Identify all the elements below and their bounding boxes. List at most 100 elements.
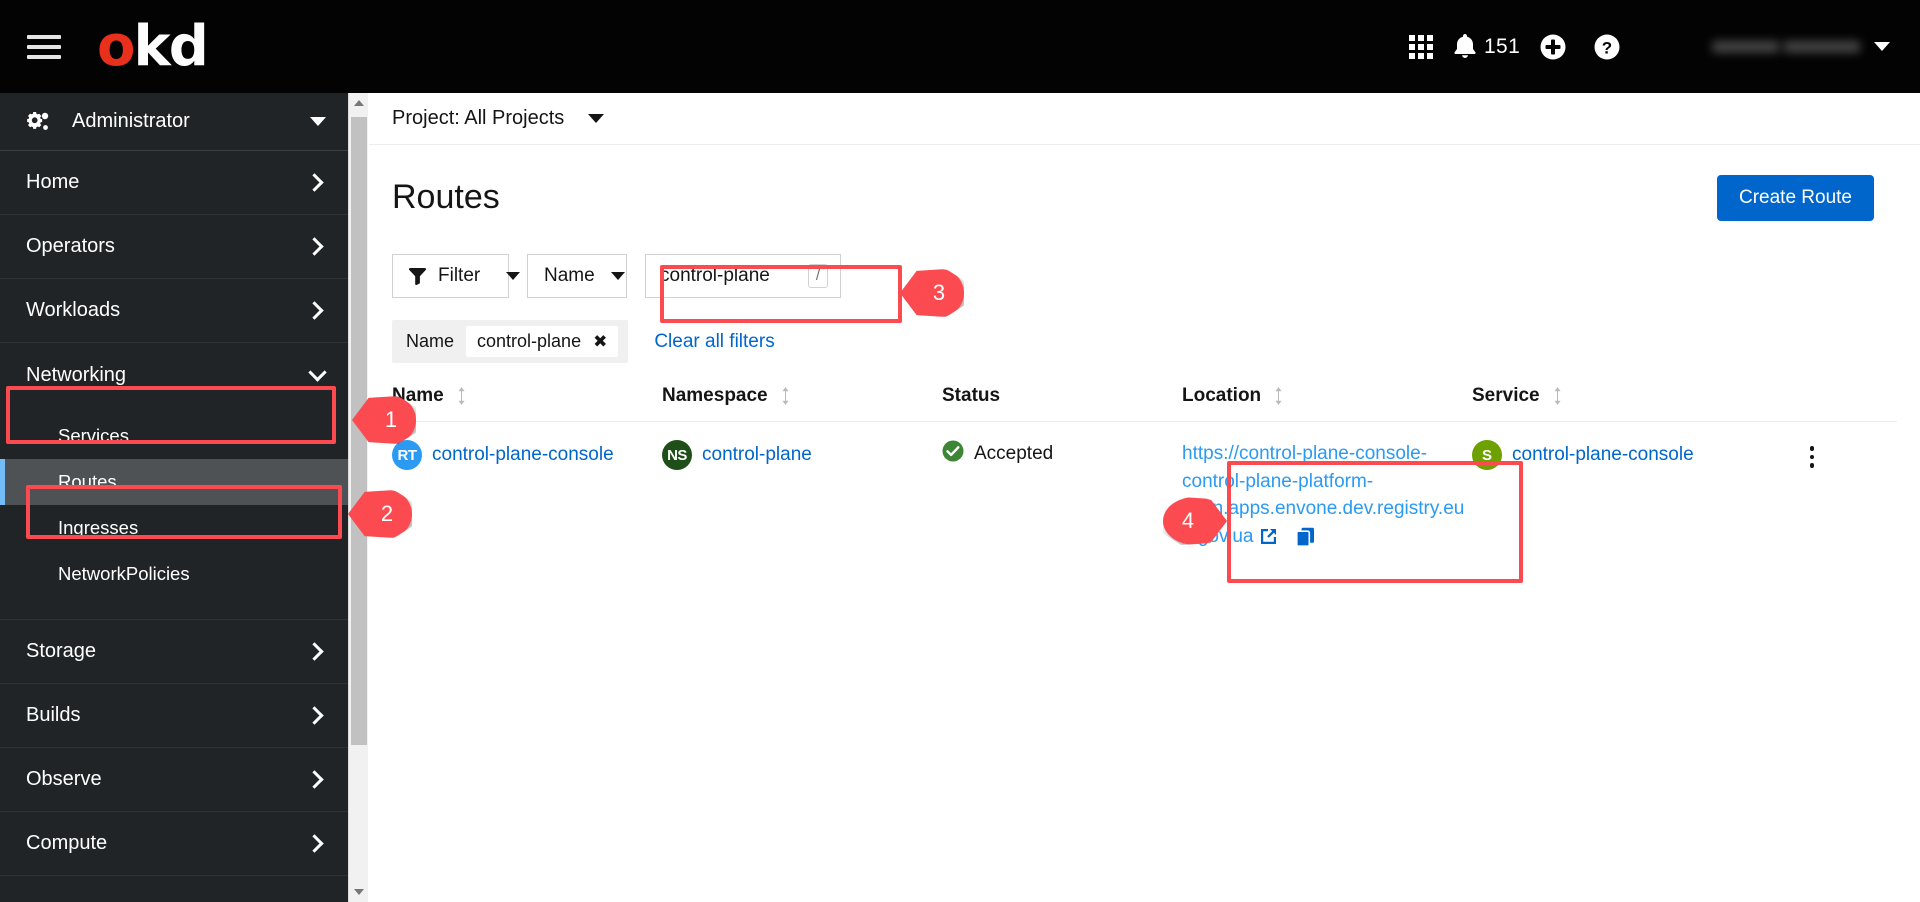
- cell-status: Accepted: [942, 422, 1182, 569]
- notification-count: 151: [1483, 34, 1521, 58]
- cogs-icon: [26, 111, 50, 133]
- column-header-actions: [1802, 385, 1897, 422]
- project-bar: Project: All Projects: [369, 93, 1920, 145]
- page-title: Routes: [392, 178, 500, 217]
- user-name: xxxxxxx xxxxxxxx: [1712, 35, 1860, 57]
- sidebar-item-builds[interactable]: Builds: [0, 684, 348, 748]
- table-header: Name Namespace Status Location Service: [392, 385, 1897, 422]
- caret-down-icon: [506, 272, 521, 280]
- networking-submenu: Services Routes Ingresses NetworkPolicie…: [0, 407, 348, 620]
- service-link[interactable]: control-plane-console: [1512, 444, 1694, 466]
- sidebar-item-label: Operators: [26, 235, 115, 257]
- column-header-location[interactable]: Location: [1182, 385, 1472, 422]
- chevron-right-icon: [305, 301, 324, 320]
- sidebar-subitem-label: NetworkPolicies: [58, 563, 190, 584]
- sidebar-subitem-label: Ingresses: [58, 517, 139, 538]
- attribute-dropdown[interactable]: Name: [527, 254, 627, 298]
- user-menu[interactable]: xxxxxxx xxxxxxxx: [1712, 36, 1890, 58]
- cell-name: RT control-plane-console: [392, 422, 662, 569]
- status-label: Accepted: [974, 443, 1054, 464]
- caret-down-icon: [310, 117, 326, 126]
- filter-chip-value: control-plane: [477, 331, 582, 351]
- filter-dropdown[interactable]: Filter: [392, 254, 521, 298]
- sidebar-item-networking[interactable]: Networking: [0, 343, 348, 407]
- route-location-link[interactable]: https://control-plane-console-control-pl…: [1182, 443, 1464, 547]
- sidebar-item-compute[interactable]: Compute: [0, 812, 348, 876]
- column-label: Name: [392, 385, 444, 406]
- sidebar-item-label: Compute: [26, 832, 108, 854]
- search-input[interactable]: [658, 264, 798, 288]
- perspective-label: Administrator: [72, 110, 190, 132]
- filter-chip-group: Name control-plane ✖: [392, 320, 629, 363]
- logo-kd: kd: [133, 13, 208, 79]
- project-selector[interactable]: Project: All Projects: [392, 107, 605, 130]
- logo-o: o: [97, 13, 136, 79]
- column-header-namespace[interactable]: Namespace: [662, 385, 942, 422]
- column-header-service[interactable]: Service: [1472, 385, 1802, 422]
- project-selector-label: Project: All Projects: [392, 107, 565, 129]
- main-content: Project: All Projects Routes Create Rout…: [369, 93, 1920, 902]
- namespace-resource-badge: NS: [662, 440, 692, 470]
- cell-service: S control-plane-console: [1472, 422, 1802, 569]
- create-route-button[interactable]: Create Route: [1716, 175, 1874, 221]
- routes-table: Name Namespace Status Location Service R…: [392, 385, 1897, 568]
- clear-all-filters-button[interactable]: Clear all filters: [654, 331, 774, 353]
- perspective-switcher[interactable]: Administrator: [0, 93, 348, 151]
- chevron-right-icon: [305, 173, 324, 192]
- sort-icon[interactable]: [456, 387, 467, 405]
- sidebar-item-home[interactable]: Home: [0, 151, 348, 215]
- sidebar-subitem-label: Routes: [58, 471, 117, 492]
- close-x-icon[interactable]: ✖: [593, 333, 607, 350]
- sidebar-item-label: Builds: [26, 704, 81, 726]
- page-header: Routes Create Route: [369, 145, 1920, 229]
- sidebar-item-routes[interactable]: Routes: [0, 459, 348, 505]
- route-resource-badge: RT: [392, 440, 422, 470]
- chevron-right-icon: [305, 834, 324, 853]
- sidebar-item-storage[interactable]: Storage: [0, 620, 348, 684]
- filter-chip-category: Name: [406, 331, 455, 351]
- application-launcher-icon[interactable]: [1394, 0, 1448, 93]
- sidebar-item-networkpolicies[interactable]: NetworkPolicies: [0, 551, 348, 597]
- notification-bell-button[interactable]: 151: [1448, 0, 1526, 93]
- route-name-link[interactable]: control-plane-console: [432, 444, 614, 466]
- table-header-row: Name Namespace Status Location Service: [392, 385, 1897, 422]
- column-header-status: Status: [942, 385, 1182, 422]
- cell-namespace: NS control-plane: [662, 422, 942, 569]
- namespace-link[interactable]: control-plane: [702, 444, 812, 466]
- okd-logo[interactable]: okd: [97, 18, 209, 75]
- sidebar-scrollbar[interactable]: [348, 93, 368, 902]
- scrollbar-thumb[interactable]: [351, 117, 367, 745]
- filter-icon: [409, 267, 426, 285]
- attribute-dropdown-label: Name: [544, 265, 595, 286]
- masthead: okd 151 ? xxxxxxx xxxxxxxx: [0, 0, 1920, 93]
- column-label: Service: [1472, 385, 1540, 406]
- sidebar-item-label: Workloads: [26, 299, 121, 321]
- sidebar-item-operators[interactable]: Operators: [0, 215, 348, 279]
- kebab-menu-icon[interactable]: [1802, 440, 1822, 474]
- table-body: RT control-plane-console NS control-plan…: [392, 422, 1897, 569]
- search-shortcut-badge: /: [807, 264, 828, 288]
- sidebar-item-label: Networking: [26, 363, 127, 386]
- plus-circle-icon[interactable]: [1526, 0, 1580, 93]
- filter-dropdown-label: Filter: [438, 265, 481, 286]
- sort-icon[interactable]: [1273, 387, 1284, 405]
- scroll-down-arrow-icon[interactable]: [349, 882, 369, 902]
- copy-icon[interactable]: [1296, 527, 1315, 547]
- sort-icon[interactable]: [1552, 387, 1563, 405]
- active-filters-row: Name control-plane ✖ Clear all filters: [369, 298, 1920, 363]
- sort-icon[interactable]: [780, 387, 791, 405]
- sidebar-item-workloads[interactable]: Workloads: [0, 279, 348, 343]
- hamburger-menu-icon[interactable]: [27, 34, 61, 59]
- sidebar-navigation: Administrator Home Operators Workloads N…: [0, 93, 348, 902]
- scroll-up-arrow-icon[interactable]: [349, 93, 369, 113]
- column-label: Status: [942, 385, 1001, 406]
- external-link-icon[interactable]: [1259, 527, 1278, 546]
- column-label: Location: [1182, 385, 1262, 406]
- chevron-right-icon: [305, 237, 324, 256]
- svg-text:?: ?: [1602, 38, 1612, 57]
- sidebar-item-observe[interactable]: Observe: [0, 748, 348, 812]
- column-header-name[interactable]: Name: [392, 385, 662, 422]
- sidebar-item-ingresses[interactable]: Ingresses: [0, 505, 348, 551]
- question-circle-icon[interactable]: ?: [1580, 0, 1634, 93]
- sidebar-item-services[interactable]: Services: [0, 413, 348, 459]
